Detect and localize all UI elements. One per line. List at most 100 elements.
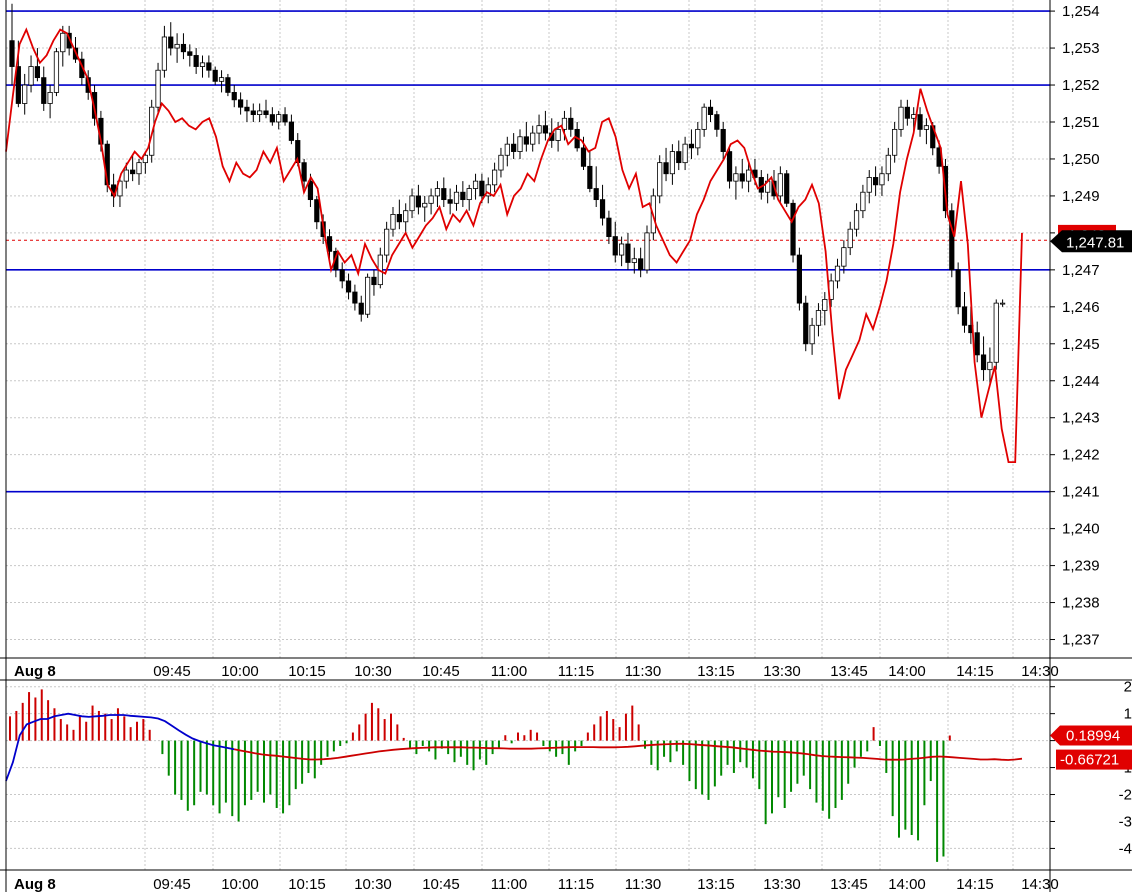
candle-body	[714, 114, 720, 130]
candle-body	[542, 125, 549, 134]
candle-body	[504, 143, 510, 156]
candle-body	[250, 110, 256, 115]
candle-body	[231, 92, 237, 101]
candle-body	[873, 177, 879, 186]
candle-body	[682, 143, 688, 164]
candle-body	[619, 243, 625, 256]
candle-body	[282, 114, 288, 123]
price-y-tick-label: 1,247	[1062, 262, 1100, 279]
candle-body	[701, 106, 707, 130]
candle-body	[904, 106, 910, 119]
oscillator-time-label: 13:15	[697, 876, 735, 892]
price-time-label: 14:00	[888, 663, 926, 680]
oscillator-y-tick-label: 1	[1124, 706, 1132, 723]
last-price-tag-label: 1,247.81	[1066, 234, 1124, 251]
candle-body	[244, 106, 250, 112]
candle-body	[257, 110, 263, 115]
candle-body	[1000, 302, 1006, 305]
candle-body	[892, 128, 898, 156]
candle-body	[688, 143, 695, 149]
candle-body	[726, 151, 733, 182]
price-time-label: 09:45	[153, 663, 191, 680]
oscillator-time-label: 13:30	[763, 876, 801, 892]
candle-body	[847, 228, 853, 249]
candle-body	[409, 195, 415, 212]
candle-body	[593, 188, 599, 201]
candle-body	[276, 114, 282, 123]
price-y-tick-label: 1,251	[1062, 114, 1100, 131]
candle-body	[917, 114, 923, 130]
chart-window: 1,2541,2531,2521,2511,2501,2491,2481,247…	[0, 0, 1132, 892]
price-time-label: 13:45	[830, 663, 868, 680]
candle-body	[371, 276, 377, 286]
price-y-tick-label: 1,253	[1062, 40, 1100, 57]
price-y-tick-label: 1,246	[1062, 299, 1100, 316]
candle-body	[479, 180, 485, 197]
candle-body	[491, 169, 498, 186]
candle-body	[599, 199, 606, 219]
signal-value-tag-label: -0.66721	[1060, 752, 1119, 769]
candle-body	[314, 199, 320, 223]
price-y-tick-label: 1,242	[1062, 447, 1100, 464]
candle-body	[803, 302, 809, 345]
candle-body	[193, 55, 199, 67]
candle-body	[631, 258, 637, 263]
candle-body	[511, 143, 517, 152]
candle-body	[587, 165, 593, 189]
candle-body	[415, 195, 422, 208]
oscillator-value-tag-label: 0.18994	[1066, 727, 1120, 744]
candle-body	[536, 125, 542, 134]
candle-body	[352, 291, 358, 304]
candle-body	[453, 191, 460, 204]
candle-body	[187, 51, 193, 56]
candle-body	[784, 173, 790, 204]
candle-body	[269, 114, 275, 123]
candle-body	[307, 180, 314, 201]
candle-body	[568, 117, 574, 130]
candle-body	[428, 195, 434, 204]
price-y-tick-label: 1,254	[1062, 3, 1100, 20]
candle-body	[746, 169, 752, 182]
price-time-label: 14:30	[1021, 663, 1059, 680]
price-time-label: 10:00	[221, 663, 259, 680]
price-y-tick-label: 1,252	[1062, 77, 1100, 94]
candle-body	[523, 136, 529, 145]
oscillator-y-tick-label: -2	[1119, 787, 1132, 804]
price-y-tick-label: 1,243	[1062, 410, 1100, 427]
candle-body	[34, 66, 41, 79]
candle-body	[22, 84, 28, 104]
oscillator-time-label: 10:15	[288, 876, 326, 892]
candle-body	[955, 269, 961, 308]
candle-body	[663, 162, 669, 175]
candle-body	[466, 188, 472, 201]
candle-body	[898, 106, 904, 130]
price-y-tick-label: 1,250	[1062, 151, 1100, 168]
price-time-label: 10:45	[422, 663, 460, 680]
price-date-label: Aug 8	[14, 663, 56, 680]
candle-body	[447, 199, 453, 204]
price-time-axis-labels: Aug 8 09:45 10:00 10:15 10:30 10:45 11:00 11:15…	[14, 663, 1059, 680]
candle-body	[41, 77, 47, 104]
oscillator-time-label: 11:00	[491, 876, 527, 892]
candle-body	[180, 43, 187, 53]
price-time-label: 10:15	[288, 663, 326, 680]
support-resistance-lines[interactable]	[6, 10, 1050, 493]
oscillator-signal-line	[5, 712, 1023, 782]
oscillator-y-tick-label: -3	[1119, 813, 1132, 830]
candle-body	[612, 236, 618, 256]
oscillator-time-label: 11:15	[558, 876, 594, 892]
price-time-label: 13:30	[763, 663, 801, 680]
candle-body	[669, 151, 676, 175]
price-chart: 1,2541,2531,2521,2511,2501,2491,2481,247…	[0, 0, 1132, 892]
candle-body	[923, 125, 930, 130]
candle-body	[790, 202, 796, 256]
candle-body	[638, 258, 644, 271]
candle-body	[822, 299, 828, 311]
candle-body	[174, 43, 180, 49]
candle-body	[288, 121, 295, 141]
oscillator-time-label: 10:45	[422, 876, 460, 892]
oscillator-time-label: 10:00	[221, 876, 259, 892]
candle-body	[434, 188, 441, 197]
candle-body	[498, 154, 504, 171]
price-time-label: 13:15	[697, 663, 735, 680]
